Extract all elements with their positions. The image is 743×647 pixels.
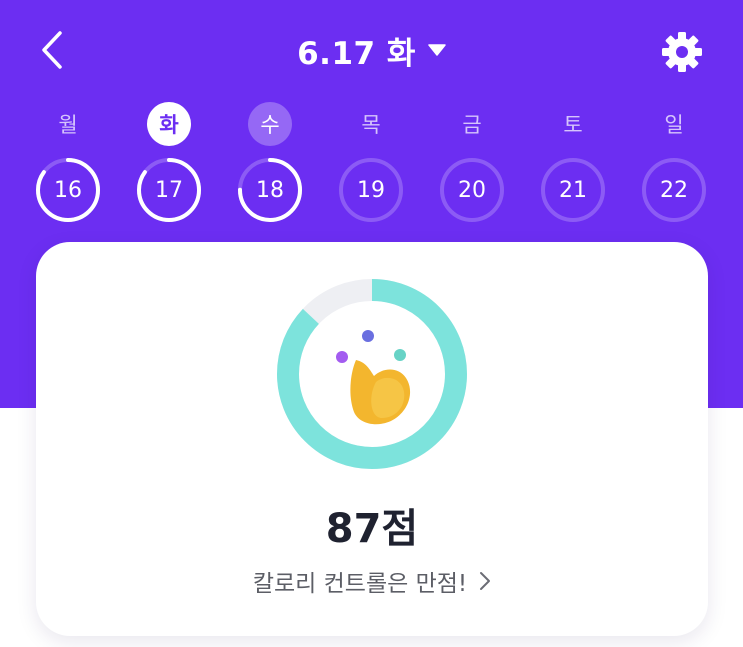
weekday-label: 토: [563, 113, 583, 137]
day-number: 21: [559, 177, 587, 203]
date-picker-toggle[interactable]: 6.17 화: [0, 26, 743, 74]
score-progress-ring: [277, 279, 467, 469]
score-value: 87점: [325, 506, 419, 552]
weekday-label: 금: [462, 113, 482, 137]
day-number: 22: [660, 177, 688, 203]
daily-score-card[interactable]: 87점 칼로리 컨트롤은 만점!: [36, 242, 708, 636]
day-number: 16: [54, 177, 82, 203]
score-message: 칼로리 컨트롤은 만점!: [252, 571, 468, 597]
chevron-right-icon: [480, 572, 491, 590]
weekday-label: 월: [58, 113, 78, 137]
day-item-19[interactable]: 목 19: [331, 96, 411, 236]
weekday-label: 일: [664, 113, 684, 137]
score-mascot-illustration: [336, 330, 411, 425]
week-selector: 월 16 화 17 수 18 목 19 금 20 토 21 일 22: [0, 96, 743, 236]
gear-icon: [662, 32, 702, 72]
settings-button[interactable]: [656, 28, 708, 76]
day-number: 20: [458, 177, 486, 203]
weekday-label: 화: [147, 102, 191, 146]
day-item-16[interactable]: 월 16: [28, 96, 108, 236]
weekday-label: 수: [248, 102, 292, 146]
day-number: 19: [357, 177, 385, 203]
day-item-18[interactable]: 수 18: [230, 96, 310, 236]
day-item-17[interactable]: 화 17: [129, 96, 209, 236]
caret-down-icon: [428, 44, 446, 56]
top-bar: 6.17 화: [0, 0, 743, 100]
day-item-22[interactable]: 일 22: [634, 96, 714, 236]
score-message-link[interactable]: 칼로리 컨트롤은 만점!: [36, 564, 708, 598]
weekday-label: 목: [361, 113, 381, 137]
page-title: 6.17 화: [297, 35, 416, 72]
day-item-21[interactable]: 토 21: [533, 96, 613, 236]
day-item-20[interactable]: 금 20: [432, 96, 512, 236]
day-number: 17: [155, 177, 183, 203]
day-number: 18: [256, 177, 284, 203]
